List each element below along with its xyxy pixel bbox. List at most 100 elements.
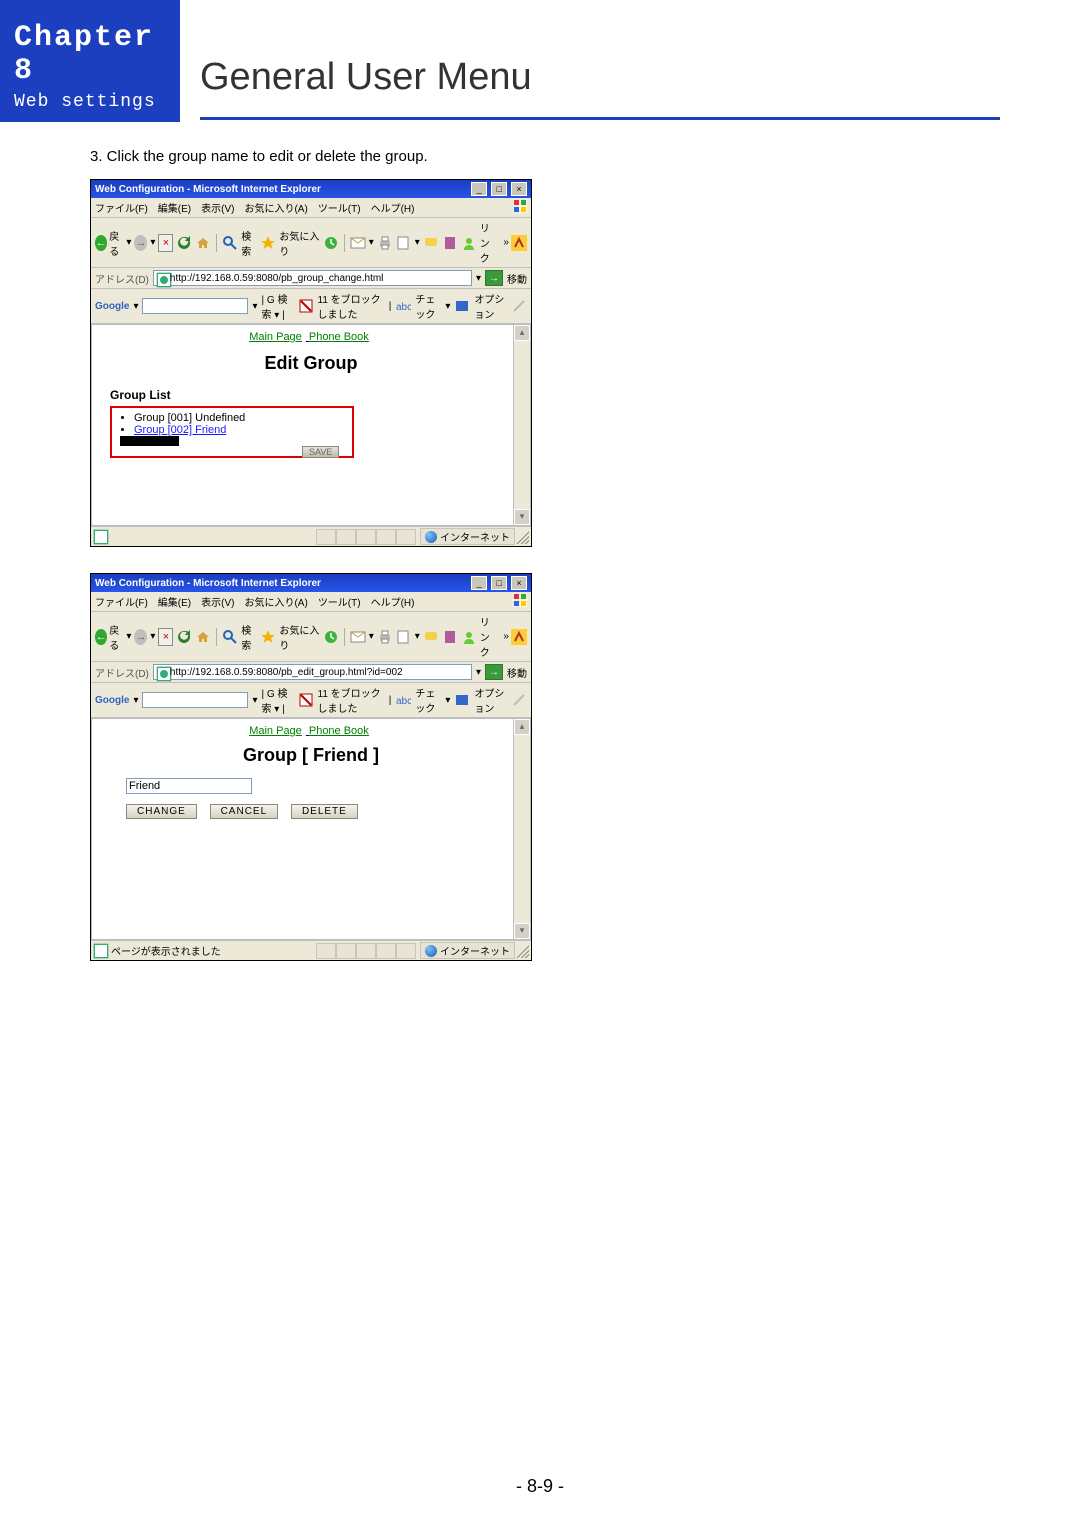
back-button[interactable]: ← 戻る ▾ bbox=[95, 228, 131, 258]
address-label: アドレス(D) bbox=[95, 271, 149, 286]
popup-blocked-icon[interactable] bbox=[298, 298, 314, 314]
norton-icon[interactable] bbox=[511, 235, 527, 251]
home-icon[interactable] bbox=[195, 235, 211, 251]
messenger-icon[interactable] bbox=[461, 235, 477, 251]
back-icon: ← bbox=[95, 629, 107, 645]
refresh-icon[interactable] bbox=[176, 235, 192, 251]
link-main-page[interactable]: Main Page bbox=[249, 725, 302, 737]
edit-icon[interactable] bbox=[396, 235, 412, 251]
scroll-down-icon[interactable]: ▾ bbox=[514, 509, 530, 525]
go-label: 移動 bbox=[507, 271, 527, 286]
options-icon[interactable] bbox=[454, 298, 470, 314]
scroll-down-icon[interactable]: ▾ bbox=[514, 923, 530, 939]
favorites-star-icon[interactable] bbox=[260, 235, 276, 251]
print-icon[interactable] bbox=[377, 629, 393, 645]
spellcheck-icon[interactable]: abc bbox=[395, 692, 411, 708]
go-button[interactable]: → bbox=[485, 270, 503, 286]
links-label[interactable]: リンク bbox=[480, 614, 499, 659]
forward-button[interactable]: → bbox=[134, 235, 147, 251]
favorites-star-icon[interactable] bbox=[260, 629, 276, 645]
delete-button[interactable]: DELETE bbox=[291, 804, 358, 819]
refresh-icon[interactable] bbox=[176, 629, 192, 645]
menu-view[interactable]: 表示(V) bbox=[201, 594, 234, 609]
favorites-label[interactable]: お気に入り bbox=[279, 228, 319, 258]
edit-icon[interactable] bbox=[396, 629, 412, 645]
search-label[interactable]: 検索 bbox=[241, 228, 257, 258]
heading-edit-group: Edit Group bbox=[110, 353, 512, 374]
page-content: Main Page Phone Book Edit Group Group Li… bbox=[91, 324, 531, 526]
back-button[interactable]: ← 戻る ▾ bbox=[95, 622, 131, 652]
mail-icon[interactable] bbox=[350, 629, 366, 645]
spellcheck-label[interactable]: チェック bbox=[415, 685, 441, 715]
google-brand[interactable]: Google bbox=[95, 301, 129, 312]
group-name-input[interactable] bbox=[126, 778, 252, 794]
print-icon[interactable] bbox=[377, 235, 393, 251]
status-internet: インターネット bbox=[420, 528, 515, 545]
search-icon[interactable] bbox=[222, 235, 238, 251]
google-search-input[interactable] bbox=[142, 692, 248, 708]
options-label[interactable]: オプション bbox=[474, 685, 507, 715]
research-icon[interactable] bbox=[442, 235, 458, 251]
scroll-up-icon[interactable]: ▴ bbox=[514, 325, 530, 341]
resize-grip[interactable] bbox=[515, 944, 529, 958]
link-phone-book[interactable]: Phone Book bbox=[309, 725, 369, 737]
menu-view[interactable]: 表示(V) bbox=[201, 200, 234, 215]
maximize-button[interactable]: □ bbox=[491, 182, 507, 196]
options-label[interactable]: オプション bbox=[474, 291, 507, 321]
search-icon[interactable] bbox=[222, 629, 238, 645]
research-icon[interactable] bbox=[442, 629, 458, 645]
menu-file[interactable]: ファイル(F) bbox=[95, 200, 148, 215]
close-button[interactable]: × bbox=[511, 182, 527, 196]
menu-favorites[interactable]: お気に入り(A) bbox=[244, 200, 307, 215]
wand-icon[interactable] bbox=[511, 298, 527, 314]
change-button[interactable]: CHANGE bbox=[126, 804, 197, 819]
menu-help[interactable]: ヘルプ(H) bbox=[371, 200, 415, 215]
address-field[interactable]: http://192.168.0.59:8080/pb_edit_group.h… bbox=[153, 664, 472, 680]
maximize-button[interactable]: □ bbox=[491, 576, 507, 590]
save-button[interactable]: SAVE bbox=[302, 446, 339, 458]
messenger-icon[interactable] bbox=[461, 629, 477, 645]
google-search-input[interactable] bbox=[142, 298, 248, 314]
discuss-icon[interactable] bbox=[423, 235, 439, 251]
menu-file[interactable]: ファイル(F) bbox=[95, 594, 148, 609]
menu-tools[interactable]: ツール(T) bbox=[318, 594, 361, 609]
spellcheck-label[interactable]: チェック bbox=[415, 291, 441, 321]
mail-icon[interactable] bbox=[350, 235, 366, 251]
menu-tools[interactable]: ツール(T) bbox=[318, 200, 361, 215]
scrollbar[interactable]: ▴ ▾ bbox=[513, 325, 530, 525]
wand-icon[interactable] bbox=[511, 692, 527, 708]
search-label[interactable]: 検索 bbox=[241, 622, 257, 652]
minimize-button[interactable]: _ bbox=[471, 182, 487, 196]
options-icon[interactable] bbox=[454, 692, 470, 708]
group-item-undefined: Group [001] Undefined bbox=[134, 412, 344, 424]
cancel-button[interactable]: CANCEL bbox=[210, 804, 279, 819]
menu-help[interactable]: ヘルプ(H) bbox=[371, 594, 415, 609]
close-button[interactable]: × bbox=[511, 576, 527, 590]
favorites-label[interactable]: お気に入り bbox=[279, 622, 319, 652]
norton-icon[interactable] bbox=[511, 629, 527, 645]
group-link-friend[interactable]: Group [002] Friend bbox=[134, 424, 226, 436]
menu-favorites[interactable]: お気に入り(A) bbox=[244, 594, 307, 609]
history-icon[interactable] bbox=[323, 235, 339, 251]
scrollbar[interactable]: ▴ ▾ bbox=[513, 719, 530, 939]
link-phone-book[interactable]: Phone Book bbox=[309, 331, 369, 343]
google-brand[interactable]: Google bbox=[95, 695, 129, 706]
spellcheck-icon[interactable]: abc bbox=[395, 298, 411, 314]
stop-button[interactable]: × bbox=[158, 234, 173, 252]
discuss-icon[interactable] bbox=[423, 629, 439, 645]
minimize-button[interactable]: _ bbox=[471, 576, 487, 590]
home-icon[interactable] bbox=[195, 629, 211, 645]
address-field[interactable]: http://192.168.0.59:8080/pb_group_change… bbox=[153, 270, 472, 286]
go-button[interactable]: → bbox=[485, 664, 503, 680]
link-main-page[interactable]: Main Page bbox=[249, 331, 302, 343]
menu-edit[interactable]: 編集(E) bbox=[158, 594, 191, 609]
scroll-up-icon[interactable]: ▴ bbox=[514, 719, 530, 735]
menu-edit[interactable]: 編集(E) bbox=[158, 200, 191, 215]
resize-grip[interactable] bbox=[515, 530, 529, 544]
forward-button[interactable]: → bbox=[134, 629, 147, 645]
window-buttons: _ □ × bbox=[470, 576, 527, 590]
stop-button[interactable]: × bbox=[158, 628, 173, 646]
links-label[interactable]: リンク bbox=[480, 220, 499, 265]
history-icon[interactable] bbox=[323, 629, 339, 645]
popup-blocked-icon[interactable] bbox=[298, 692, 314, 708]
